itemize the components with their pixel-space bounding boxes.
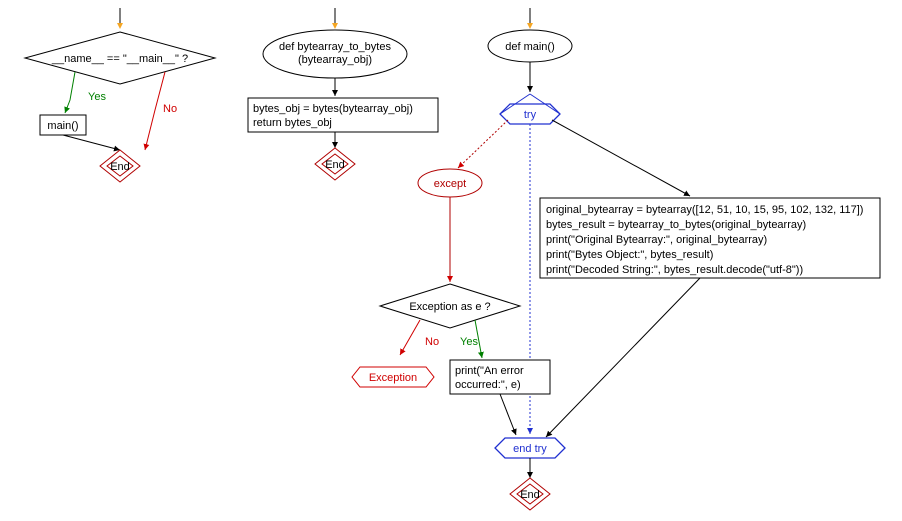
no-label-1: No	[163, 103, 177, 115]
def-line2: (bytearray_obj)	[298, 54, 372, 66]
try-label: try	[524, 109, 537, 121]
def-line1: def bytearray_to_bytes	[279, 41, 391, 53]
try-to-body	[552, 120, 690, 196]
main-call-label: main()	[47, 120, 78, 132]
except-label: except	[434, 178, 466, 190]
def-main-label: def main()	[505, 41, 555, 53]
decision-label: __name__ == "__main__" ?	[51, 53, 188, 65]
try-body-l4: print("Bytes Object:", bytes_result)	[546, 249, 713, 261]
end-label-1: End	[110, 161, 130, 173]
no-edge-3	[400, 320, 420, 355]
trybody-to-endtry	[546, 278, 700, 437]
exception-terminal-label: Exception	[369, 372, 417, 384]
no-label-3: No	[425, 336, 439, 348]
yes-label-1: Yes	[88, 91, 106, 103]
end-label-3: End	[520, 489, 540, 501]
try-body-l1: original_bytearray = bytearray([12, 51, …	[546, 204, 863, 216]
end-try-label: end try	[513, 443, 547, 455]
end-terminator-2: End	[315, 148, 355, 180]
try-body-l5: print("Decoded String:", bytes_result.de…	[546, 264, 803, 276]
body-line2: return bytes_obj	[253, 117, 332, 129]
print-err-l2: occurred:", e)	[455, 379, 521, 391]
yes-edge-1	[65, 72, 75, 113]
main-to-end	[63, 135, 120, 150]
print-err-l1: print("An error	[455, 365, 524, 377]
yes-label-3: Yes	[460, 336, 478, 348]
flowchart-main-func: def main() try except original_bytearray…	[352, 8, 880, 510]
end-label-2: End	[325, 159, 345, 171]
exception-decision-label: Exception as e ?	[409, 301, 490, 313]
try-body-l3: print("Original Bytearray:", original_by…	[546, 234, 767, 246]
body-line1: bytes_obj = bytes(bytearray_obj)	[253, 103, 413, 115]
flowchart-canvas: __name__ == "__main__" ? Yes main() No E…	[0, 0, 902, 521]
flowchart-func-def: def bytearray_to_bytes (bytearray_obj) b…	[248, 8, 438, 180]
end-terminator-1: End	[100, 150, 140, 182]
flowchart-main-guard: __name__ == "__main__" ? Yes main() No E…	[25, 8, 215, 182]
try-body-l2: bytes_result = bytearray_to_bytes(origin…	[546, 219, 806, 231]
end-terminator-3: End	[510, 478, 550, 510]
try-to-except	[458, 120, 508, 168]
printerr-to-endtry	[500, 394, 516, 435]
no-edge-1	[145, 72, 165, 150]
